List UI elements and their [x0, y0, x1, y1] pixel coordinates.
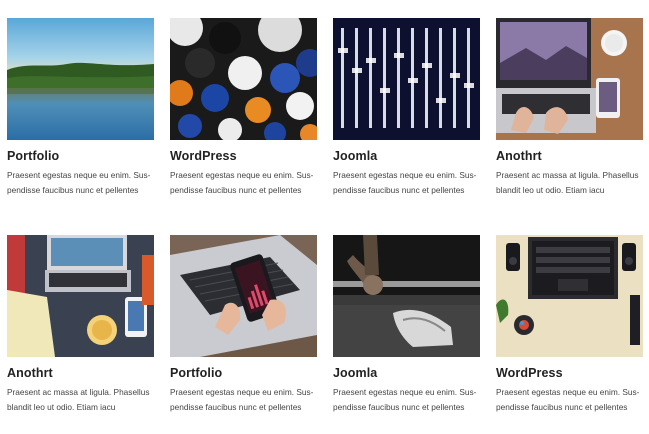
- card-image-barbell[interactable]: [333, 235, 480, 357]
- card-description: Praesent egestas neque eu enim. Sus- pen…: [170, 385, 317, 414]
- card-desc-line: pendisse faucibus nunc et pellentes: [170, 401, 302, 412]
- card-description: Praesent egestas neque eu enim. Sus- pen…: [333, 168, 480, 197]
- wordpress-card[interactable]: WordPress Praesent egestas neque eu enim…: [170, 18, 317, 197]
- card-title[interactable]: Portfolio: [170, 365, 317, 381]
- card-desc-line: Praesent egestas neque eu enim. Sus-: [333, 170, 477, 180]
- card-description: Praesent egestas neque eu enim. Sus- pen…: [333, 385, 480, 414]
- card-image-lake[interactable]: [7, 18, 154, 140]
- card-desc-line: Praesent egestas neque eu enim. Sus-: [333, 387, 477, 397]
- card-title[interactable]: WordPress: [170, 148, 317, 164]
- anothrt-card[interactable]: Anothrt Praesent ac massa at ligula. Pha…: [496, 18, 643, 197]
- card-desc-line: pendisse faucibus nunc et pellentes: [7, 184, 139, 195]
- portfolio-card[interactable]: Portfolio Praesent egestas neque eu enim…: [170, 235, 317, 414]
- joomla-card[interactable]: Joomla Praesent egestas neque eu enim. S…: [333, 235, 480, 414]
- card-image-laptop-desk[interactable]: [496, 18, 643, 140]
- card-title[interactable]: Anothrt: [496, 148, 643, 164]
- wordpress-card[interactable]: WordPress Praesent egestas neque eu enim…: [496, 235, 643, 414]
- card-desc-line: blandit leo ut odio. Etiam iacu: [7, 401, 116, 412]
- card-desc-line: Praesent ac massa at ligula. Phasellus: [496, 170, 639, 180]
- card-desc-line: pendisse faucibus nunc et pellentes: [170, 184, 302, 195]
- card-desc-line: Praesent egestas neque eu enim. Sus-: [170, 387, 314, 397]
- card-title[interactable]: Joomla: [333, 148, 480, 164]
- card-description: Praesent egestas neque eu enim. Sus- pen…: [170, 168, 317, 197]
- card-image-laptop-top[interactable]: [496, 235, 643, 357]
- card-desc-line: pendisse faucibus nunc et pellentes: [496, 401, 628, 412]
- card-image-balls[interactable]: [170, 18, 317, 140]
- card-desc-line: blandit leo ut odio. Etiam iacu: [496, 184, 605, 195]
- card-title[interactable]: Joomla: [333, 365, 480, 381]
- joomla-card[interactable]: Joomla Praesent egestas neque eu enim. S…: [333, 18, 480, 197]
- card-desc-line: Praesent egestas neque eu enim. Sus-: [7, 170, 151, 180]
- card-desc-line: Praesent egestas neque eu enim. Sus-: [170, 170, 314, 180]
- anothrt-card[interactable]: Anothrt Praesent ac massa at ligula. Pha…: [7, 235, 154, 414]
- card-title[interactable]: Portfolio: [7, 148, 154, 164]
- card-desc-line: pendisse faucibus nunc et pellentes: [333, 401, 465, 412]
- card-image-workspace[interactable]: [7, 235, 154, 357]
- card-title[interactable]: WordPress: [496, 365, 643, 381]
- card-description: Praesent ac massa at ligula. Phasellus b…: [496, 168, 643, 197]
- card-desc-line: pendisse faucibus nunc et pellentes: [333, 184, 465, 195]
- card-image-smartphone[interactable]: [170, 235, 317, 357]
- card-description: Praesent ac massa at ligula. Phasellus b…: [7, 385, 154, 414]
- card-desc-line: Praesent ac massa at ligula. Phasellus: [7, 387, 150, 397]
- card-description: Praesent egestas neque eu enim. Sus- pen…: [496, 385, 643, 414]
- portfolio-card[interactable]: Portfolio Praesent egestas neque eu enim…: [7, 18, 154, 197]
- card-image-mixer[interactable]: [333, 18, 480, 140]
- card-title[interactable]: Anothrt: [7, 365, 154, 381]
- card-desc-line: Praesent egestas neque eu enim. Sus-: [496, 387, 640, 397]
- card-description: Praesent egestas neque eu enim. Sus- pen…: [7, 168, 154, 197]
